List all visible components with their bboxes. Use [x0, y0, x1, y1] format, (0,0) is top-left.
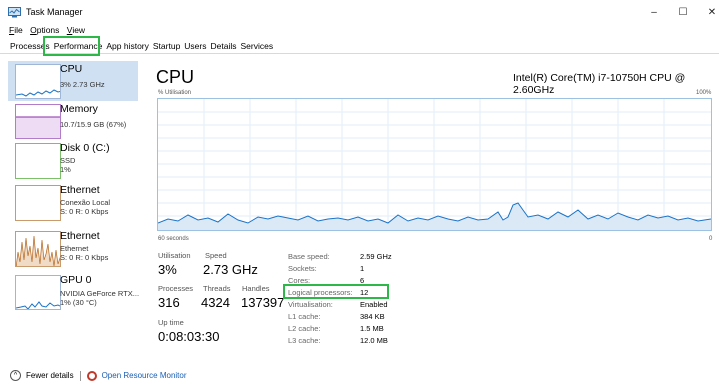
sidebar-item-subtitle: 3% 2.73 GHz [60, 80, 105, 89]
sidebar-item-subtitle: Conexão Local [60, 198, 111, 207]
sidebar-item-detail: 1% [60, 165, 71, 174]
logical-processors-highlight [283, 284, 389, 299]
speed-value: 2.73 GHz [203, 262, 258, 277]
handles-label: Handles [242, 284, 270, 293]
speed-label: Speed [205, 251, 227, 260]
spec-label: Virtualisation: [288, 300, 333, 309]
disk-thumbnail [15, 143, 61, 179]
gpu-thumbnail [15, 275, 61, 310]
handles-value: 137397 [241, 295, 285, 310]
sidebar-item-subtitle: SSD [60, 156, 76, 165]
sidebar-item-title: GPU 0 [60, 274, 92, 286]
tab-divider [0, 53, 719, 54]
task-manager-window: Task Manager – ☐ ✕ File Options View Pro… [0, 0, 719, 387]
memory-thumbnail [15, 104, 61, 139]
tab-startup[interactable]: Startup [151, 41, 182, 51]
chevron-up-icon[interactable]: ^ [10, 370, 21, 381]
utilisation-min-label: 0 [709, 236, 713, 242]
ethernet-thumbnail [15, 231, 61, 267]
page-title: CPU [156, 67, 195, 87]
footer-divider [79, 370, 81, 381]
utilisation-axis-label: % Utilisation [158, 90, 192, 96]
tab-app-history[interactable]: App history [104, 41, 151, 51]
uptime-label: Up time [158, 318, 184, 327]
processes-value: 316 [158, 295, 180, 310]
sidebar-item-title: CPU [60, 63, 83, 75]
cpu-thumbnail [15, 64, 61, 99]
cpu-utilisation-graph [157, 98, 712, 231]
open-resource-monitor-link[interactable]: Open Resource Monitor [102, 371, 187, 380]
spec-label: Sockets: [288, 264, 317, 273]
menu-view[interactable]: View [67, 25, 85, 35]
spec-label: Base speed: [288, 252, 330, 261]
sidebar-item-gpu[interactable]: GPU 0 NVIDIA GeForce RTX... 1% (30 °C) [8, 272, 140, 312]
spec-value: Enabled [360, 300, 388, 309]
fewer-details-link[interactable]: Fewer details [26, 371, 74, 380]
spec-value: 12.0 MB [360, 336, 388, 345]
menu-bar: File Options View [9, 25, 90, 35]
title-bar[interactable]: Task Manager – ☐ ✕ [0, 0, 719, 24]
tab-details[interactable]: Details [209, 41, 239, 51]
sidebar-item-title: Memory [60, 103, 98, 115]
sidebar-item-detail: S: 0 R: 0 Kbps [60, 253, 109, 262]
spec-label: L1 cache: [288, 312, 321, 321]
sidebar-item-subtitle: 10.7/15.9 GB (67%) [60, 120, 127, 129]
window-title: Task Manager [26, 7, 83, 17]
sidebar-item-subtitle: Ethernet [60, 244, 89, 253]
sidebar-item-ethernet-1[interactable]: Ethernet Conexão Local S: 0 R: 0 Kbps [8, 182, 138, 222]
time-axis-label: 60 seconds [158, 236, 189, 242]
cpu-model: Intel(R) Core(TM) i7-10750H CPU @ 2.60GH… [513, 72, 686, 96]
threads-label: Threads [203, 284, 231, 293]
menu-options[interactable]: Options [30, 25, 59, 35]
sidebar-item-cpu[interactable]: CPU 3% 2.73 GHz [8, 61, 138, 101]
sidebar-item-disk[interactable]: Disk 0 (C:) SSD 1% [8, 140, 138, 180]
menu-file[interactable]: File [9, 25, 23, 35]
uptime-value: 0:08:03:30 [158, 329, 220, 344]
task-manager-icon [8, 7, 21, 18]
threads-value: 4324 [201, 295, 230, 310]
ethernet-thumbnail [15, 185, 61, 221]
close-icon: ✕ [707, 6, 717, 18]
cpu-graph-svg [157, 99, 712, 230]
minimize-icon: – [651, 6, 657, 18]
minimize-button[interactable]: – [641, 4, 667, 20]
utilisation-max-label: 100% [696, 90, 712, 96]
sidebar-item-detail: S: 0 R: 0 Kbps [60, 207, 109, 216]
spec-label: L3 cache: [288, 336, 321, 345]
footer: ^ Fewer details Open Resource Monitor [10, 370, 187, 381]
utilisation-value: 3% [158, 262, 177, 277]
processes-label: Processes [158, 284, 194, 293]
sidebar-item-detail: 1% (30 °C) [60, 298, 97, 307]
close-button[interactable]: ✕ [699, 4, 719, 20]
maximize-icon: ☐ [678, 6, 688, 18]
spec-value: 1.5 MB [360, 324, 384, 333]
spec-value: 2.59 GHz [360, 252, 392, 261]
spec-value: 1 [360, 264, 365, 273]
sidebar-item-title: Ethernet [60, 230, 100, 242]
sidebar-item-memory[interactable]: Memory 10.7/15.9 GB (67%) [8, 101, 138, 141]
sidebar-item-title: Ethernet [60, 184, 100, 196]
sidebar-item-subtitle: NVIDIA GeForce RTX... [60, 289, 140, 298]
spec-label: L2 cache: [288, 324, 321, 333]
resource-monitor-icon [86, 370, 97, 381]
tab-users[interactable]: Users [182, 41, 208, 51]
sidebar-item-ethernet-2[interactable]: Ethernet Ethernet S: 0 R: 0 Kbps [8, 228, 138, 268]
tab-services[interactable]: Services [238, 41, 275, 51]
sidebar-item-title: Disk 0 (C:) [60, 142, 110, 154]
spec-value: 384 KB [360, 312, 385, 321]
maximize-button[interactable]: ☐ [670, 4, 696, 20]
utilisation-label: Utilisation [158, 251, 191, 260]
performance-tab-highlight [43, 36, 100, 56]
